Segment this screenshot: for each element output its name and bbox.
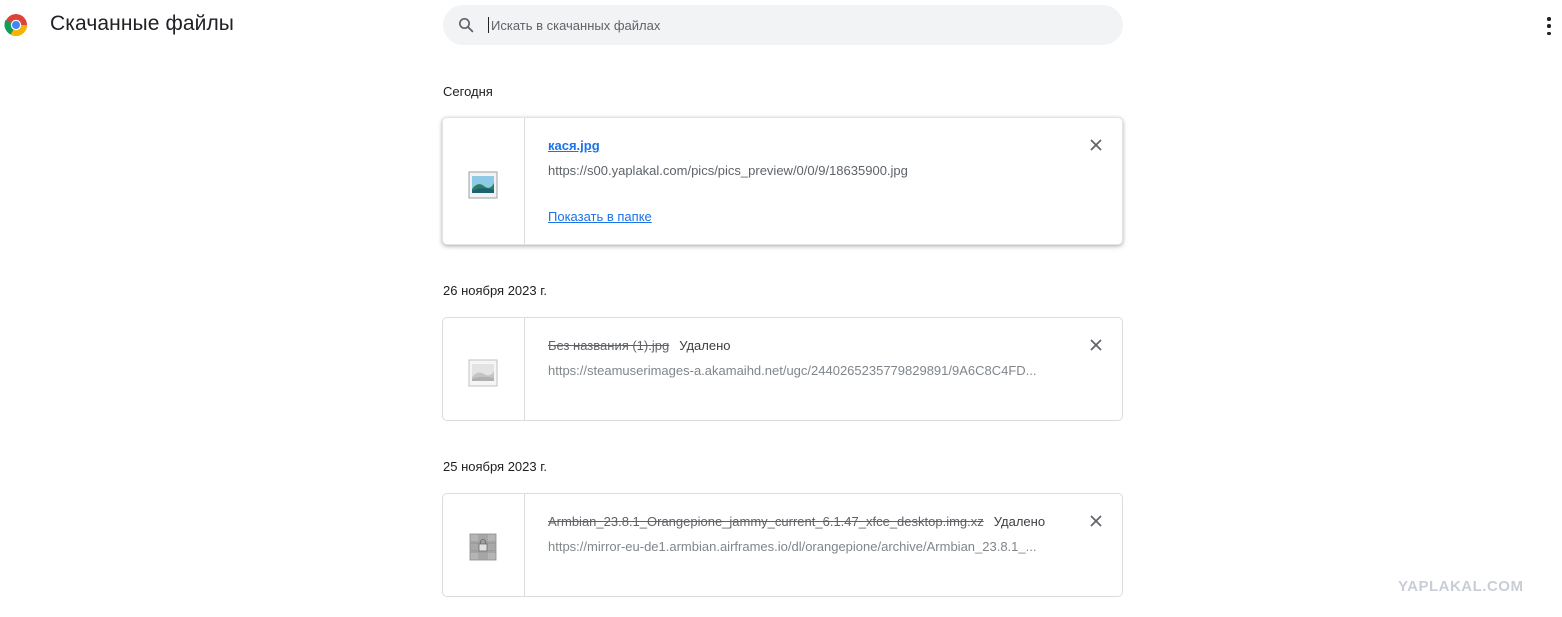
search-input[interactable] — [489, 13, 1091, 37]
file-name-removed: Без названия (1).jpg — [548, 338, 670, 353]
search-icon — [459, 18, 474, 33]
file-name-link[interactable]: кася.jpg — [548, 138, 600, 153]
date-header-nov-26: 26 ноября 2023 г. — [443, 283, 547, 298]
close-icon[interactable] — [1088, 137, 1104, 153]
close-icon[interactable] — [1088, 337, 1104, 353]
search-box[interactable] — [443, 5, 1123, 45]
image-file-icon — [468, 171, 498, 199]
file-icon-column — [443, 318, 525, 420]
status-label: Удалено — [993, 514, 1046, 529]
download-item: Armbian_23.8.1_Orangepione_jammy_current… — [442, 493, 1123, 597]
image-file-icon — [468, 359, 498, 387]
dot — [1547, 24, 1551, 28]
file-source-url: https://s00.yaplakal.com/pics/pics_previ… — [548, 163, 908, 178]
close-icon[interactable] — [1088, 513, 1104, 529]
more-vert-icon[interactable] — [1540, 15, 1558, 37]
date-header-today: Сегодня — [443, 84, 493, 99]
file-source-url: https://mirror-eu-de1.armbian.airframes.… — [548, 539, 1037, 554]
dot — [1547, 31, 1551, 35]
date-header-nov-25: 25 ноября 2023 г. — [443, 459, 547, 474]
downloads-page: Скачанные файлы Сегодня кася.jpg — [0, 0, 1562, 617]
page-title: Скачанные файлы — [50, 12, 234, 35]
archive-file-icon — [469, 533, 497, 561]
file-icon-column — [443, 118, 525, 244]
file-name-removed: Armbian_23.8.1_Orangepione_jammy_current… — [548, 514, 984, 529]
status-label: Удалено — [679, 338, 731, 353]
file-source-url: https://steamuserimages-a.akamaihd.net/u… — [548, 363, 1037, 378]
dot — [1547, 17, 1551, 21]
download-item: кася.jpg https://s00.yaplakal.com/pics/p… — [442, 117, 1123, 245]
show-in-folder-link[interactable]: Показать в папке — [548, 209, 652, 224]
download-item: Без названия (1).jpg Удалено https://stea… — [442, 317, 1123, 421]
chrome-logo-icon — [4, 14, 27, 36]
watermark: YAPLAKAL.COM — [1398, 578, 1524, 595]
file-icon-column — [443, 494, 525, 596]
